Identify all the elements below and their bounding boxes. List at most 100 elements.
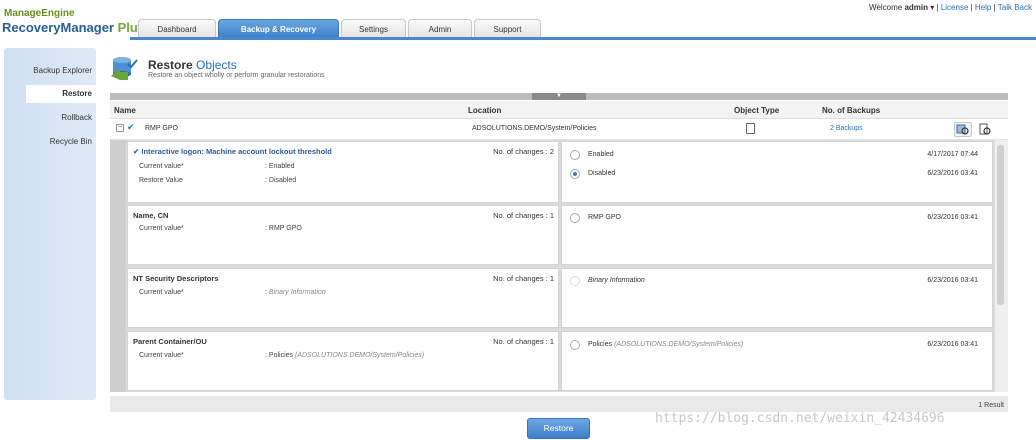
collapse-toggle-icon[interactable]: ▼	[532, 93, 586, 100]
sidebar-item-rollback[interactable]: Rollback	[4, 109, 96, 127]
current-value-label: Current value*	[139, 352, 184, 359]
radio-button-disabled	[570, 276, 580, 286]
option-value: Policies (ADSOLUTIONS.DEMO/System/Polici…	[588, 341, 743, 348]
current-value-label: Current value*	[139, 163, 184, 170]
change-count: No. of changes : 2	[493, 147, 554, 156]
version-option[interactable]: Binary Information 6/23/2016 03:41	[568, 272, 986, 290]
current-value-label: Current value*	[139, 225, 184, 232]
current-value-text: Binary Information	[268, 289, 326, 296]
table-row[interactable]: − ✔ RMP GPO ADSOLUTIONS.DEMO/System/Poli…	[110, 119, 1008, 140]
attribute-title: Name, CN	[133, 211, 169, 220]
attribute-panel: ✔ Interactive logon: Machine account loc…	[127, 141, 559, 203]
column-backups[interactable]: No. of Backups	[822, 106, 880, 115]
sidebar-item-restore[interactable]: Restore	[26, 85, 96, 103]
column-object-type[interactable]: Object Type	[734, 106, 779, 115]
version-options-panel: Enabled 4/17/2017 07:44 Disabled 6/23/20…	[561, 141, 993, 203]
chevron-down-icon[interactable]: ▾	[930, 3, 934, 12]
welcome-text: Welcome	[869, 3, 903, 12]
current-value-text: Policies	[268, 352, 294, 359]
attribute-title: NT Security Descriptors	[133, 274, 219, 283]
sidebar: Backup Explorer Restore Rollback Recycle…	[4, 48, 96, 400]
option-value: Enabled	[588, 151, 614, 158]
tab-support[interactable]: Support	[474, 19, 541, 38]
current-value: : Enabled	[265, 163, 295, 170]
attribute-panel: Parent Container/OU No. of changes : 1 C…	[127, 331, 559, 391]
sidebar-item-backup-explorer[interactable]: Backup Explorer	[4, 62, 96, 80]
change-count: No. of changes : 1	[493, 274, 554, 283]
row-location: ADSOLUTIONS.DEMO/System/Policies	[472, 125, 597, 132]
help-link[interactable]: Help	[975, 3, 991, 12]
restore-compare-icon[interactable]	[954, 122, 972, 137]
row-name: RMP GPO	[145, 125, 178, 132]
value-separator: :	[265, 352, 267, 359]
version-option[interactable]: Enabled 4/17/2017 07:44	[568, 146, 986, 164]
option-value: Binary Information	[588, 277, 645, 284]
page-subtitle: Restore an object wholly or perform gran…	[148, 72, 325, 79]
option-value: Disabled	[588, 170, 616, 177]
brand-name: RecoveryManager	[2, 20, 114, 35]
watermark: https://blog.csdn.net/weixin_42434696	[655, 411, 945, 426]
option-value-text: Policies	[588, 341, 613, 348]
change-count: No. of changes : 1	[493, 211, 554, 220]
license-link[interactable]: License	[941, 3, 969, 12]
page-title-main: Restore	[148, 58, 193, 72]
current-value-label: Current value*	[139, 289, 184, 296]
attribute-title: Parent Container/OU	[133, 337, 207, 346]
restore-value: : Disabled	[265, 177, 297, 184]
option-date: 6/23/2016 03:41	[927, 341, 978, 348]
view-details-icon[interactable]	[976, 122, 994, 137]
tab-underline	[130, 37, 1036, 40]
restore-objects-icon	[110, 54, 140, 80]
tab-settings[interactable]: Settings	[341, 19, 406, 38]
attribute-title: ✔ Interactive logon: Machine account loc…	[133, 147, 332, 156]
attribute-panel: Name, CN No. of changes : 1 Current valu…	[127, 205, 559, 265]
radio-button-selected[interactable]	[570, 169, 580, 179]
table-header: Name Location Object Type No. of Backups	[110, 101, 1008, 119]
user-menu[interactable]: admin	[904, 3, 928, 12]
version-option[interactable]: Policies (ADSOLUTIONS.DEMO/System/Polici…	[568, 336, 986, 354]
top-user-links: Welcome admin ▾ | License | Help | Talk …	[869, 3, 1032, 12]
tab-admin[interactable]: Admin	[408, 19, 472, 38]
backups-link[interactable]: 2 Backups	[830, 125, 863, 132]
collapse-row-icon[interactable]: −	[116, 124, 124, 132]
radio-button[interactable]	[570, 213, 580, 223]
option-date: 6/23/2016 03:41	[927, 170, 978, 177]
column-location[interactable]: Location	[468, 106, 501, 115]
attribute-panel: NT Security Descriptors No. of changes :…	[127, 268, 559, 328]
version-options-panel: RMP GPO 6/23/2016 03:41	[561, 205, 993, 265]
restore-button[interactable]: Restore	[527, 418, 590, 439]
brand-top-logo: ManageEngine	[4, 8, 75, 19]
scrollbar-thumb[interactable]	[997, 145, 1004, 305]
version-options-panel: Policies (ADSOLUTIONS.DEMO/System/Polici…	[561, 331, 993, 391]
attribute-title-text: Interactive logon: Machine account locko…	[141, 147, 332, 156]
gpo-object-icon	[746, 123, 755, 134]
checkmark-icon[interactable]: ✔	[127, 122, 135, 133]
current-value: : Binary Information	[265, 289, 326, 296]
radio-button[interactable]	[570, 150, 580, 160]
result-count: 1 Result	[978, 402, 1004, 409]
option-value-path: (ADSOLUTIONS.DEMO/System/Policies)	[614, 341, 744, 348]
brand-logo: RecoveryManager Plus	[2, 20, 145, 35]
version-option[interactable]: RMP GPO 6/23/2016 03:41	[568, 209, 986, 227]
value-separator: :	[265, 289, 267, 296]
version-option[interactable]: Disabled 6/23/2016 03:41	[568, 165, 986, 183]
option-date: 6/23/2016 03:41	[927, 214, 978, 221]
radio-button[interactable]	[570, 340, 580, 350]
talk-back-link[interactable]: Talk Back	[998, 3, 1032, 12]
table-footer	[110, 396, 1008, 412]
option-date: 4/17/2017 07:44	[927, 151, 978, 158]
tab-backup-recovery[interactable]: Backup & Recovery	[218, 19, 339, 38]
current-value-path: (ADSOLUTIONS.DEMO/System/Policies)	[294, 352, 425, 359]
sidebar-item-recycle-bin[interactable]: Recycle Bin	[4, 133, 96, 151]
column-name[interactable]: Name	[114, 106, 136, 115]
current-value: : Policies (ADSOLUTIONS.DEMO/System/Poli…	[265, 352, 424, 359]
detail-indent	[110, 140, 126, 392]
option-date: 6/23/2016 03:41	[927, 277, 978, 284]
current-value: : RMP GPO	[265, 225, 302, 232]
page-title: Restore Objects	[148, 58, 237, 72]
tab-dashboard[interactable]: Dashboard	[138, 19, 216, 38]
restore-value-label: Restore Value	[139, 177, 183, 184]
option-value: RMP GPO	[588, 214, 621, 221]
version-options-panel: Binary Information 6/23/2016 03:41	[561, 268, 993, 328]
checkmark-icon[interactable]: ✔	[133, 147, 139, 156]
